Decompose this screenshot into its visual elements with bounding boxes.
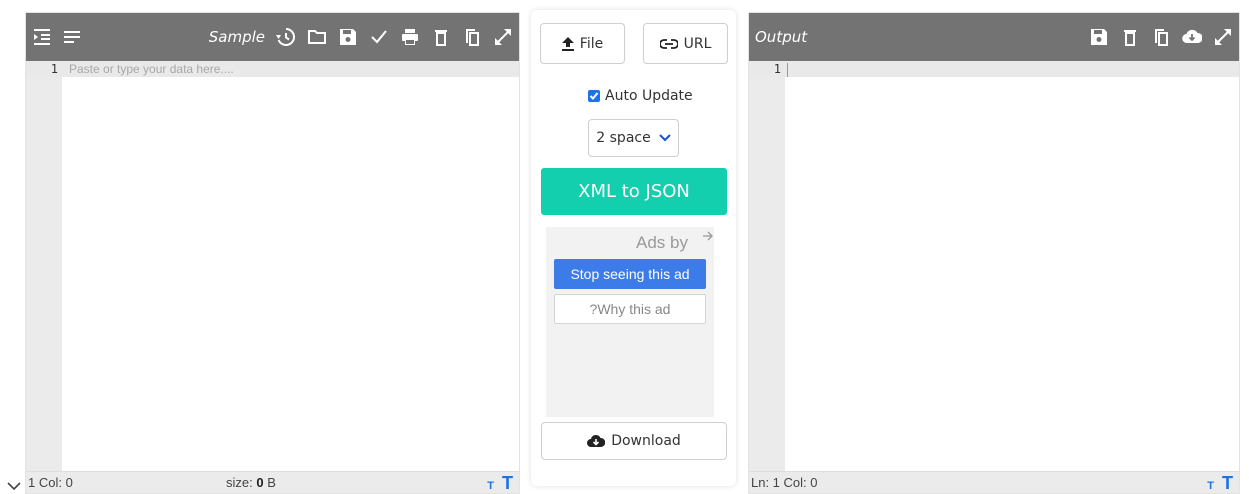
cursor-position: 1 Col: 0	[28, 475, 73, 490]
auto-update-checkbox[interactable]	[588, 90, 600, 102]
chevron-down-icon	[659, 134, 671, 142]
convert-button[interactable]: XML to JSON	[541, 168, 727, 215]
sample-link[interactable]: Sample	[209, 28, 265, 46]
validate-check-icon[interactable]	[369, 27, 389, 47]
active-line: 1	[749, 61, 1239, 77]
copy-icon[interactable]	[1151, 27, 1171, 47]
line-number: 1	[773, 62, 781, 76]
size-readout: size: 0 B	[226, 475, 276, 490]
input-editor[interactable]: Paste or type your data here....	[69, 61, 234, 77]
line-number: 1	[50, 62, 58, 76]
download-button[interactable]: Download	[541, 422, 727, 460]
cursor-position: Ln: 1 Col: 0	[751, 475, 818, 490]
format-lines-icon[interactable]	[62, 27, 82, 47]
line-gutter	[26, 61, 62, 471]
input-toolbar: Sample	[26, 13, 519, 61]
file-button-label: File	[579, 35, 604, 52]
history-icon[interactable]	[276, 27, 296, 47]
save-icon[interactable]	[1089, 27, 1109, 47]
output-editor-panel: Output 1 Ln: 1 Col: 0 T T	[748, 12, 1240, 494]
url-button-label: URL	[683, 35, 712, 52]
cloud-download-icon	[587, 434, 606, 447]
trash-icon[interactable]	[1120, 27, 1140, 47]
ads-by-label: Ads by	[636, 233, 688, 252]
copy-icon[interactable]	[462, 27, 482, 47]
upload-file-button[interactable]: File	[540, 23, 625, 64]
output-toolbar: Output	[749, 13, 1239, 61]
decrease-font-button[interactable]: T	[487, 480, 494, 492]
arrow-right-icon[interactable]	[702, 229, 714, 241]
increase-font-button[interactable]: T	[1222, 473, 1233, 494]
output-label: Output	[755, 28, 808, 46]
fullscreen-icon[interactable]	[493, 27, 513, 47]
fullscreen-icon[interactable]	[1213, 27, 1233, 47]
trash-icon[interactable]	[431, 27, 451, 47]
cloud-download-icon[interactable]	[1182, 27, 1202, 47]
input-editor-panel: Sample 1 Paste or type your data here...…	[25, 12, 520, 494]
active-line: 1 Paste or type your data here....	[26, 61, 519, 77]
save-icon[interactable]	[338, 27, 358, 47]
folder-icon[interactable]	[307, 27, 327, 47]
text-cursor	[787, 63, 788, 77]
why-this-ad-button[interactable]: ?Why this ad	[554, 294, 706, 324]
auto-update-toggle[interactable]: Auto Update	[588, 88, 693, 104]
chevron-down-icon[interactable]	[4, 478, 24, 494]
increase-font-button[interactable]: T	[502, 473, 513, 494]
download-button-label: Download	[611, 433, 681, 449]
indent-select[interactable]: 2 space	[588, 119, 679, 157]
stop-seeing-ad-button[interactable]: Stop seeing this ad	[554, 259, 706, 289]
upload-icon	[561, 36, 574, 51]
input-statusbar: 1 Col: 0 size: 0 B T T	[26, 471, 519, 493]
indent-select-value: 2 space	[596, 130, 651, 146]
link-icon	[659, 38, 678, 49]
ad-container: Ads by Stop seeing this ad ?Why this ad	[546, 227, 714, 417]
controls-column: File URL Auto Update 2 space XML to JSON…	[531, 10, 736, 486]
indent-icon[interactable]	[32, 27, 52, 47]
auto-update-label: Auto Update	[605, 88, 693, 104]
font-size-controls: T T	[1207, 473, 1233, 494]
print-icon[interactable]	[400, 27, 420, 47]
font-size-controls: T T	[487, 473, 513, 494]
load-url-button[interactable]: URL	[643, 23, 728, 64]
line-gutter	[749, 61, 785, 471]
decrease-font-button[interactable]: T	[1207, 480, 1214, 492]
output-statusbar: Ln: 1 Col: 0 T T	[749, 471, 1239, 493]
